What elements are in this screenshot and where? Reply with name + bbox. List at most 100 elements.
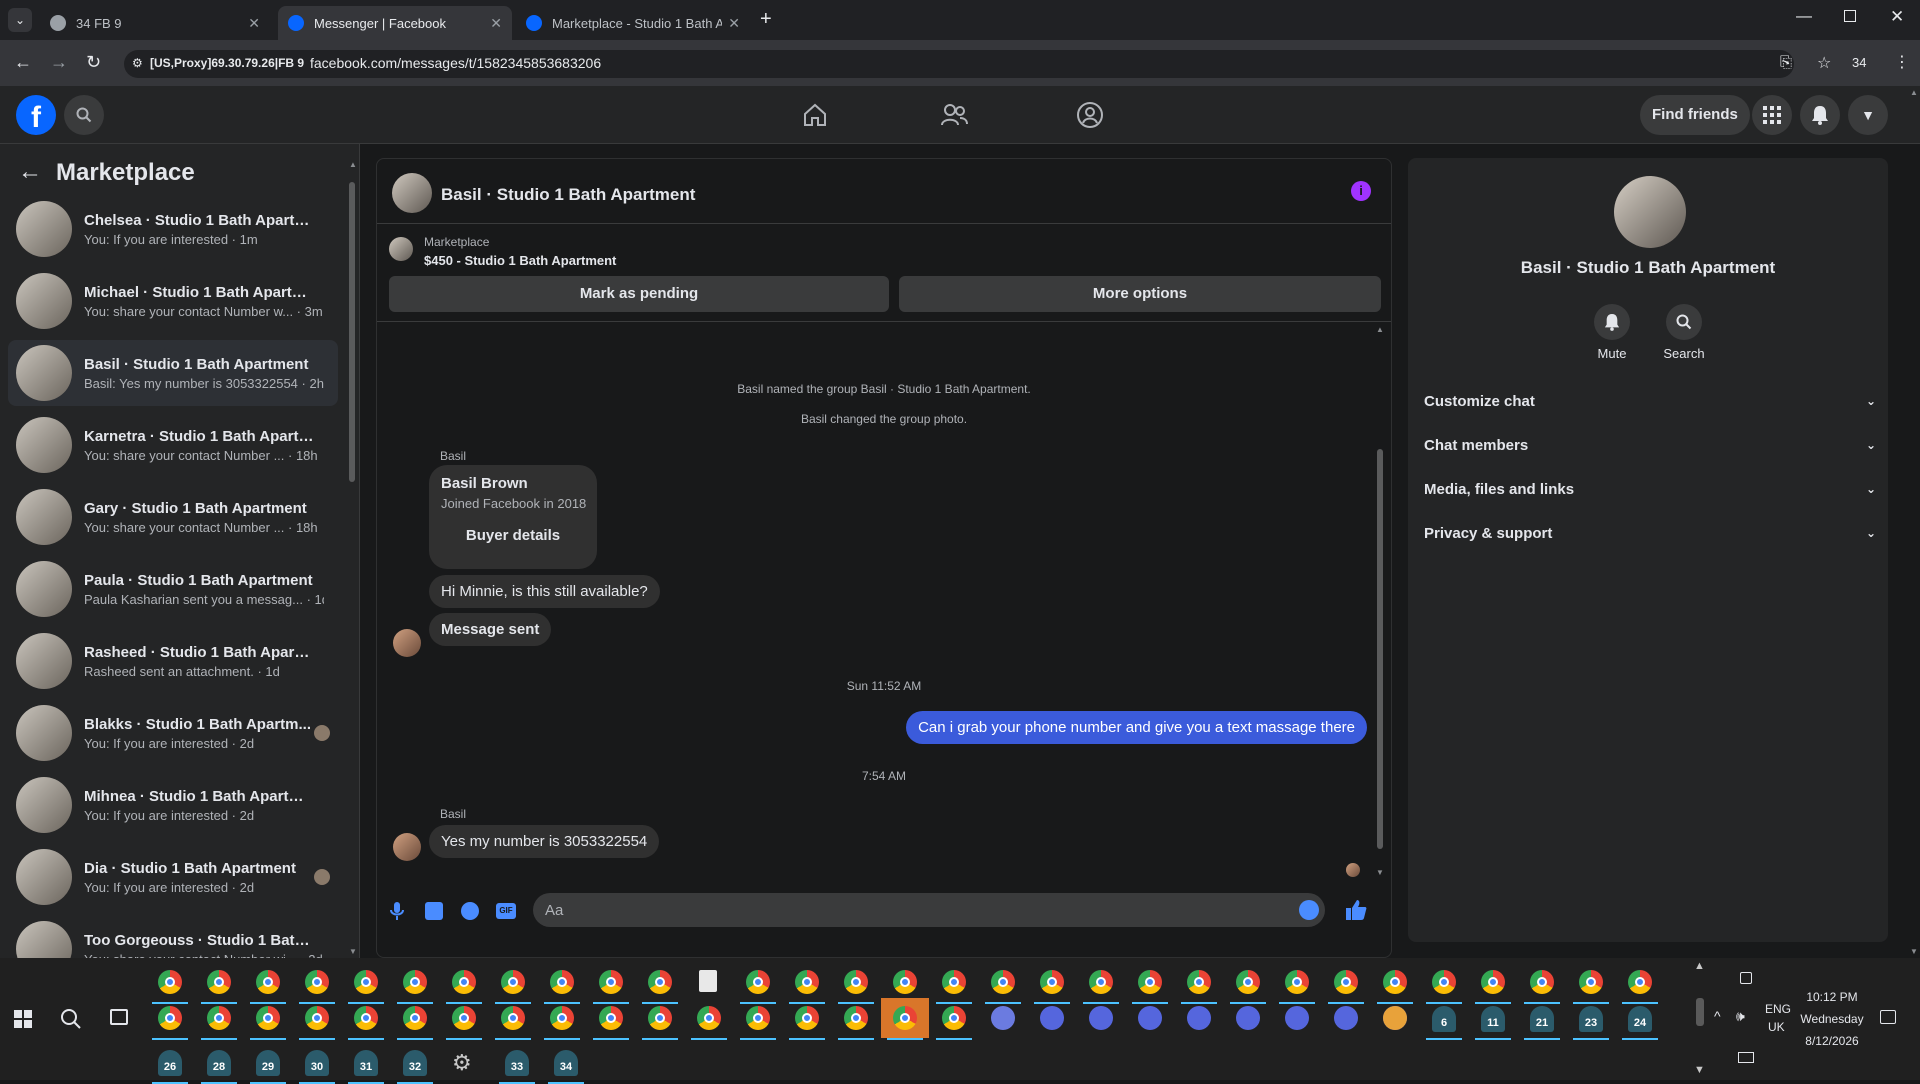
chrome-icon[interactable]: [207, 1006, 231, 1030]
clock-day[interactable]: Wednesday: [1796, 1012, 1868, 1026]
chrome-icon[interactable]: [158, 970, 182, 994]
listing-title[interactable]: $450 - Studio 1 Bath Apartment: [424, 253, 616, 268]
sender-avatar[interactable]: [393, 629, 421, 657]
chrome-icon[interactable]: [207, 970, 231, 994]
chrome-icon[interactable]: [1334, 970, 1358, 994]
tab-search-icon[interactable]: ⌄: [8, 8, 32, 32]
search-icon[interactable]: [64, 95, 104, 135]
numbered-profile-icon[interactable]: 33: [505, 1050, 529, 1076]
numbered-profile-icon[interactable]: 11: [1481, 1006, 1505, 1032]
notifications-bell-icon[interactable]: [1800, 95, 1840, 135]
network-icon[interactable]: [1738, 1052, 1754, 1063]
sticker-icon[interactable]: [461, 902, 479, 920]
chrome-icon[interactable]: [1285, 970, 1309, 994]
chrome-icon[interactable]: [354, 1006, 378, 1030]
chrome-icon[interactable]: [256, 1006, 280, 1030]
friends-icon[interactable]: [940, 102, 968, 133]
chrome-icon[interactable]: [1138, 970, 1162, 994]
close-tab-icon[interactable]: ✕: [728, 15, 740, 32]
chrome-icon[interactable]: [354, 970, 378, 994]
chrome-icon[interactable]: [795, 1006, 819, 1030]
find-friends-button[interactable]: Find friends: [1640, 95, 1750, 135]
chrome-icon[interactable]: [501, 970, 525, 994]
chrome-icon[interactable]: [844, 1006, 868, 1030]
numbered-profile-icon[interactable]: 29: [256, 1050, 280, 1076]
chrome-icon[interactable]: [844, 970, 868, 994]
conversation-item[interactable]: Dia · Studio 1 Bath Apartment You: If you…: [8, 844, 338, 910]
browser-menu-icon[interactable]: ⋮: [1894, 52, 1910, 72]
profile-badge[interactable]: 34: [1852, 55, 1866, 70]
browser-profile-icon[interactable]: [1187, 1006, 1211, 1030]
chrome-icon[interactable]: [550, 970, 574, 994]
back-icon[interactable]: ←: [14, 52, 32, 73]
groups-icon[interactable]: [1076, 101, 1104, 134]
taskbar-search-icon[interactable]: [60, 1008, 82, 1035]
chrome-icon[interactable]: [599, 970, 623, 994]
search-conversation-icon[interactable]: [1666, 304, 1702, 340]
numbered-profile-icon[interactable]: 23: [1579, 1006, 1603, 1032]
chrome-icon[interactable]: [746, 1006, 770, 1030]
thumbs-up-icon[interactable]: [1345, 899, 1367, 926]
section-chat-members[interactable]: Chat members ⌄: [1424, 425, 1876, 465]
browser-tab[interactable]: Marketplace - Studio 1 Bath Ap ✕: [516, 6, 750, 40]
chrome-icon[interactable]: [942, 1006, 966, 1030]
menu-grid-icon[interactable]: [1752, 95, 1792, 135]
conversation-item[interactable]: Michael · Studio 1 Bath Apartment You: sh…: [8, 268, 338, 334]
gif-icon[interactable]: GIF: [496, 903, 516, 919]
browser-profile-icon[interactable]: [1138, 1006, 1162, 1030]
taskbar-scroll-thumb[interactable]: [1696, 998, 1704, 1026]
start-icon[interactable]: [14, 1010, 32, 1033]
chrome-icon[interactable]: [305, 1006, 329, 1030]
chrome-icon[interactable]: [256, 970, 280, 994]
show-hidden-icons-icon[interactable]: ^: [1714, 1008, 1721, 1024]
section-privacy-support[interactable]: Privacy & support ⌄: [1424, 513, 1876, 553]
chrome-icon[interactable]: [697, 1006, 721, 1030]
chrome-icon[interactable]: [1481, 970, 1505, 994]
incoming-message[interactable]: Yes my number is 3053322554: [429, 825, 660, 858]
sidebar-scrollbar[interactable]: ▲ ▼: [348, 160, 357, 956]
chrome-icon[interactable]: [1579, 970, 1603, 994]
clock-time[interactable]: 10:12 PM: [1800, 990, 1864, 1004]
browser-profile-icon[interactable]: [1089, 1006, 1113, 1030]
conversation-item[interactable]: Karnetra · Studio 1 Bath Apartm... You: s…: [8, 412, 338, 478]
file-icon[interactable]: [699, 970, 717, 992]
taskbar-overflow-down-icon[interactable]: ▼: [1694, 1064, 1705, 1076]
incoming-message[interactable]: Message sent: [429, 613, 552, 646]
home-icon[interactable]: [802, 102, 828, 133]
chrome-icon[interactable]: [1187, 970, 1211, 994]
chat-title[interactable]: Basil · Studio 1 Bath Apartment: [441, 185, 695, 205]
section-media-files-links[interactable]: Media, files and links ⌄: [1424, 469, 1876, 509]
chrome-icon[interactable]: [1628, 970, 1652, 994]
url-text[interactable]: facebook.com/messages/t/1582345853683206: [310, 55, 601, 71]
chrome-icon[interactable]: [991, 970, 1015, 994]
forward-icon[interactable]: →: [50, 52, 68, 73]
taskbar-overflow-up-icon[interactable]: ▲: [1694, 960, 1705, 972]
chrome-icon[interactable]: [893, 1006, 917, 1030]
bookmark-star-icon[interactable]: ☆: [1817, 53, 1831, 73]
numbered-profile-icon[interactable]: 28: [207, 1050, 231, 1076]
chrome-icon[interactable]: [1040, 970, 1064, 994]
chat-header-avatar[interactable]: [392, 173, 432, 213]
numbered-profile-icon[interactable]: 34: [554, 1050, 578, 1076]
chrome-icon[interactable]: [746, 970, 770, 994]
meet-now-icon[interactable]: [1740, 972, 1752, 984]
chrome-icon[interactable]: [1089, 970, 1113, 994]
chrome-icon[interactable]: [1236, 970, 1260, 994]
chrome-icon[interactable]: [648, 1006, 672, 1030]
site-info-icon[interactable]: ⚙: [132, 56, 143, 70]
chrome-icon[interactable]: [403, 970, 427, 994]
facebook-logo-icon[interactable]: f: [16, 95, 56, 135]
browser-profile-icon[interactable]: [1236, 1006, 1260, 1030]
chrome-icon[interactable]: [550, 1006, 574, 1030]
chrome-icon[interactable]: [158, 1006, 182, 1030]
numbered-profile-icon[interactable]: 31: [354, 1050, 378, 1076]
conversation-item[interactable]: Gary · Studio 1 Bath Apartment You: share…: [8, 484, 338, 550]
minimize-icon[interactable]: —: [1796, 8, 1812, 26]
page-scrollbar[interactable]: ▲ ▼: [1908, 86, 1920, 958]
chrome-icon[interactable]: [795, 970, 819, 994]
chrome-icon[interactable]: [452, 970, 476, 994]
incoming-message[interactable]: Hi Minnie, is this still available?: [429, 575, 660, 608]
language-region[interactable]: UK: [1768, 1020, 1785, 1034]
numbered-profile-icon[interactable]: 32: [403, 1050, 427, 1076]
sender-avatar[interactable]: [393, 833, 421, 861]
